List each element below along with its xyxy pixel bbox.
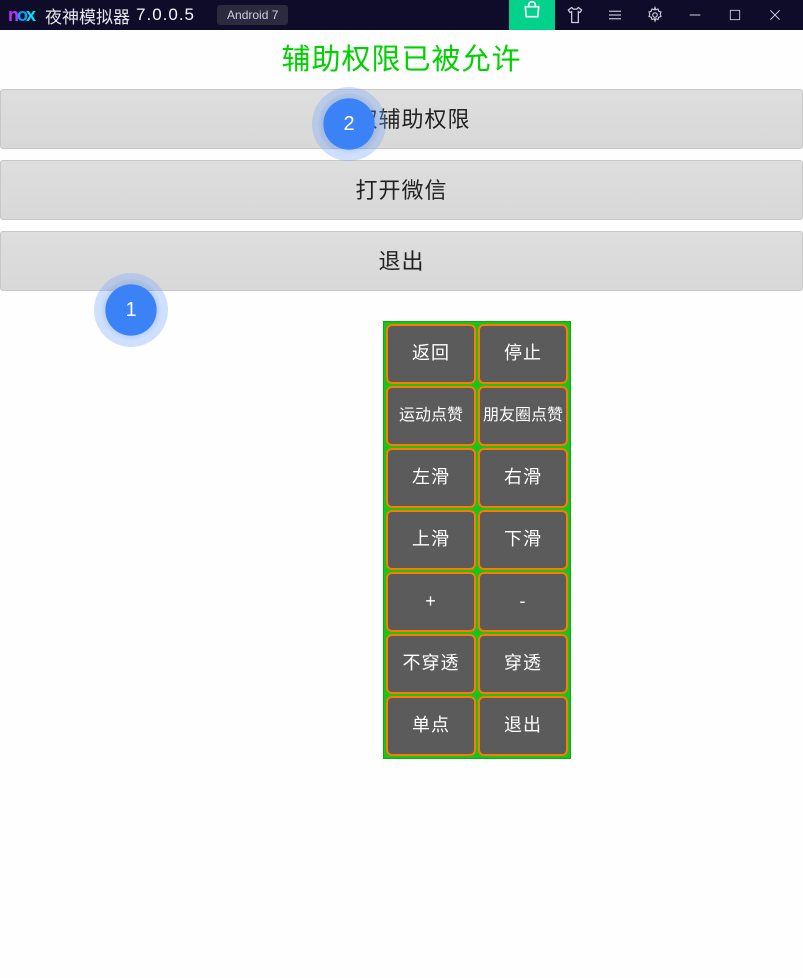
minimize-icon[interactable] [675,0,715,30]
android-version-badge: Android 7 [217,5,288,25]
marker-2-label: 2 [326,101,372,147]
maximize-icon[interactable] [715,0,755,30]
grant-permission-button[interactable]: 获取辅助权限 [0,89,803,149]
quit-panel-button[interactable]: 退出 [478,696,568,756]
minus-button[interactable]: - [478,572,568,632]
floating-control-panel[interactable]: 返回 停止 运动点赞 朋友圈点赞 左滑 右滑 上滑 下滑 + - 不穿透 穿透 … [383,321,571,759]
penetrate-button[interactable]: 穿透 [478,634,568,694]
menu-icon[interactable] [595,0,635,30]
close-icon[interactable] [755,0,795,30]
nox-logo: n o x [8,5,35,26]
sport-like-button[interactable]: 运动点赞 [386,386,476,446]
titlebar-controls [509,0,795,30]
swipe-left-button[interactable]: 左滑 [386,448,476,508]
tutorial-marker-2: 2 [318,93,380,155]
emulator-name: 夜神模拟器 [45,3,130,28]
no-penetrate-button[interactable]: 不穿透 [386,634,476,694]
open-wechat-button[interactable]: 打开微信 [0,160,803,220]
emulator-titlebar: n o x 夜神模拟器 7.0.0.5 Android 7 [0,0,803,30]
marker-1-label: 1 [108,287,154,333]
single-tap-button[interactable]: 单点 [386,696,476,756]
permission-status-label: 辅助权限已被允许 [0,36,803,78]
plus-button[interactable]: + [386,572,476,632]
shirt-icon[interactable] [555,0,595,30]
swipe-up-button[interactable]: 上滑 [386,510,476,570]
tutorial-marker-1: 1 [100,279,162,341]
stop-button[interactable]: 停止 [478,324,568,384]
moments-like-button[interactable]: 朋友圈点赞 [478,386,568,446]
back-button[interactable]: 返回 [386,324,476,384]
swipe-right-button[interactable]: 右滑 [478,448,568,508]
swipe-down-button[interactable]: 下滑 [478,510,568,570]
logo-letter-x: x [26,5,35,26]
shopping-bag-icon[interactable] [509,0,555,30]
gear-icon[interactable] [635,0,675,30]
emulator-version: 7.0.0.5 [136,5,195,25]
